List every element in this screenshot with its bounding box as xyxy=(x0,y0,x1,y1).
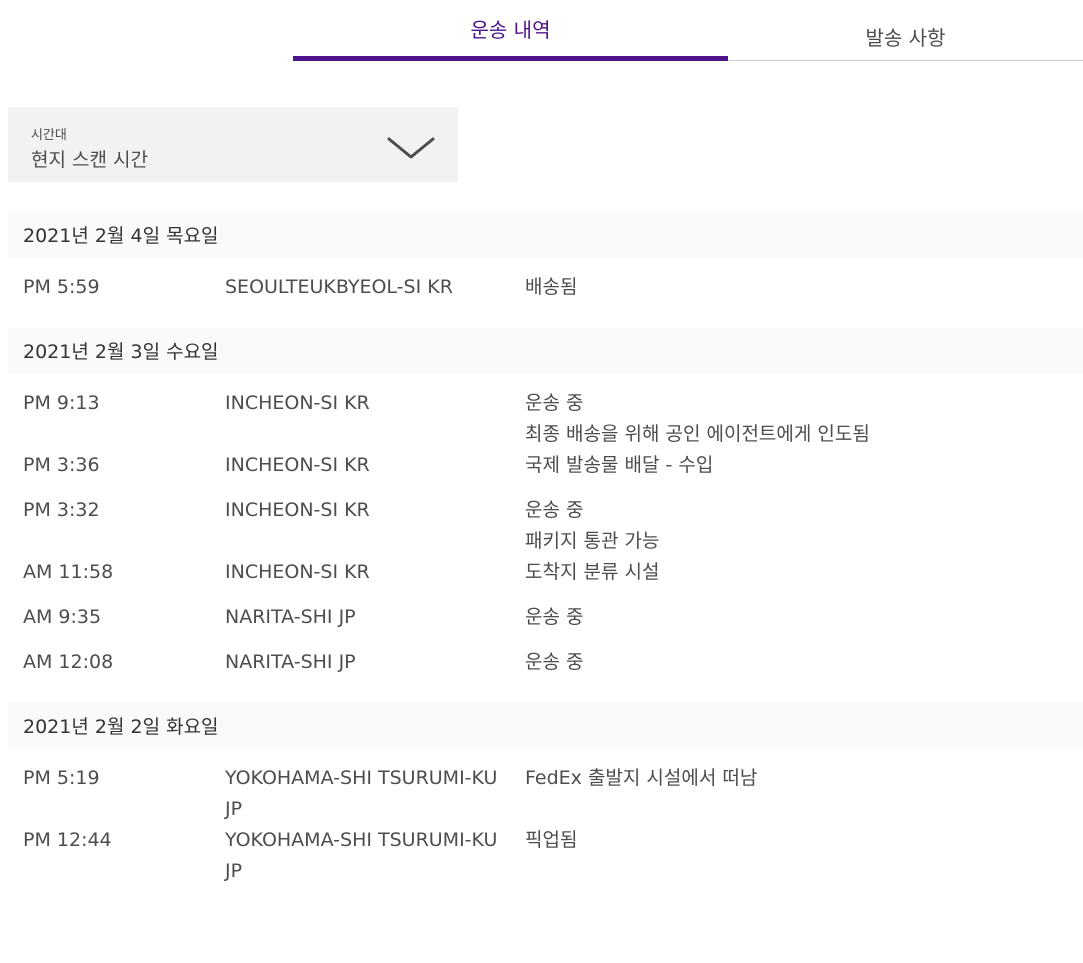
event-status-line: FedEx 출발지 시설에서 떠남 xyxy=(525,767,758,789)
day-events: PM 5:19 YOKOHAMA-SHI TSURUMI-KU JP FedEx 출… xyxy=(8,748,1083,898)
event-location: NARITA-SHI JP xyxy=(225,606,356,628)
timezone-dropdown[interactable]: 시간대 현지 스캔 시간 xyxy=(8,107,458,182)
history-event-row: PM 3:36 INCHEON-SI KR 국제 발송물 배달 - 수입 xyxy=(8,450,1083,495)
event-status: 운송 중 xyxy=(525,602,1083,633)
event-time: PM 3:36 xyxy=(23,454,100,476)
event-location: INCHEON-SI KR xyxy=(225,561,370,583)
event-status: 도착지 분류 시설 xyxy=(525,557,1083,588)
day-header-date: 2021년 2월 3일 수요일 xyxy=(8,328,1083,373)
event-time: PM 5:59 xyxy=(23,276,100,298)
event-time: AM 12:08 xyxy=(23,651,114,673)
event-location: NARITA-SHI JP xyxy=(225,651,356,673)
tab-bar: 운송 내역 발송 사항 xyxy=(293,0,1083,62)
event-location: SEOULTEUKBYEOL-SI KR xyxy=(225,276,453,298)
event-time: PM 5:19 xyxy=(23,767,100,789)
tab-travel-history-label: 운송 내역 xyxy=(470,17,551,42)
day-events: PM 9:13 INCHEON-SI KR 운송 중 최종 배송을 위해 공인 에이전… xyxy=(8,373,1083,703)
timezone-label: 시간대 xyxy=(31,128,67,143)
history-event-row: AM 12:08 NARITA-SHI JP 운송 중 xyxy=(8,647,1083,692)
day-group: 2021년 2월 2일 화요일 PM 5:19 YOKOHAMA-SHI TSURU… xyxy=(8,703,1083,898)
history-event-row: PM 9:13 INCHEON-SI KR 운송 중최종 배송을 위해 공인 에이전… xyxy=(8,388,1083,450)
travel-history-list: 2021년 2월 4일 목요일 PM 5:59 SEOULTEUKBYEOL-SI … xyxy=(8,212,1083,898)
event-status-line: 국제 발송물 배달 - 수입 xyxy=(525,454,714,476)
event-status-line: 도착지 분류 시설 xyxy=(525,561,660,583)
event-location: INCHEON-SI KR xyxy=(225,499,370,521)
tab-shipment-facts-label: 발송 사항 xyxy=(865,25,946,50)
event-location: YOKOHAMA-SHI TSURUMI-KU JP xyxy=(225,767,498,820)
event-status: 운송 중패키지 통관 가능 xyxy=(525,495,1083,557)
event-status: 국제 발송물 배달 - 수입 xyxy=(525,450,1083,481)
active-tab-indicator xyxy=(293,56,728,61)
day-group: 2021년 2월 3일 수요일 PM 9:13 INCHEON-SI KR 운송 중최… xyxy=(8,328,1083,703)
event-status-line: 운송 중 xyxy=(525,392,584,414)
event-status-line: 픽업됨 xyxy=(525,829,578,851)
day-group: 2021년 2월 4일 목요일 PM 5:59 SEOULTEUKBYEOL-SI … xyxy=(8,212,1083,328)
day-header-date: 2021년 2월 2일 화요일 xyxy=(8,703,1083,748)
event-location: INCHEON-SI KR xyxy=(225,454,370,476)
event-time: PM 9:13 xyxy=(23,392,100,414)
day-events: PM 5:59 SEOULTEUKBYEOL-SI KR 배송됨 xyxy=(8,257,1083,328)
event-status: 배송됨 xyxy=(525,272,1083,303)
tab-travel-history[interactable]: 운송 내역 xyxy=(293,0,728,62)
event-location: YOKOHAMA-SHI TSURUMI-KU JP xyxy=(225,829,498,882)
event-status: FedEx 출발지 시설에서 떠남 xyxy=(525,763,1083,794)
event-status: 운송 중 xyxy=(525,647,1083,678)
chevron-down-icon xyxy=(387,137,435,159)
history-event-row: PM 5:19 YOKOHAMA-SHI TSURUMI-KU JP FedEx 출… xyxy=(8,763,1083,825)
event-time: AM 11:58 xyxy=(23,561,114,583)
event-status-line: 운송 중 xyxy=(525,651,584,673)
tab-shipment-facts[interactable]: 발송 사항 xyxy=(728,0,1083,62)
history-event-row: PM 3:32 INCHEON-SI KR 운송 중패키지 통관 가능 xyxy=(8,495,1083,557)
event-status-line: 최종 배송을 위해 공인 에이전트에게 인도됨 xyxy=(525,423,870,445)
event-status: 픽업됨 xyxy=(525,825,1083,856)
history-event-row: AM 9:35 NARITA-SHI JP 운송 중 xyxy=(8,602,1083,647)
event-status: 운송 중최종 배송을 위해 공인 에이전트에게 인도됨 xyxy=(525,388,1083,450)
event-status-line: 패키지 통관 가능 xyxy=(525,530,660,552)
event-status-line: 운송 중 xyxy=(525,499,584,521)
history-event-row: PM 12:44 YOKOHAMA-SHI TSURUMI-KU JP 픽업됨 xyxy=(8,825,1083,887)
timezone-selected-value: 현지 스캔 시간 xyxy=(31,149,148,171)
history-event-row: PM 5:59 SEOULTEUKBYEOL-SI KR 배송됨 xyxy=(8,272,1083,317)
history-event-row: AM 11:58 INCHEON-SI KR 도착지 분류 시설 xyxy=(8,557,1083,602)
event-status-line: 운송 중 xyxy=(525,606,584,628)
event-location: INCHEON-SI KR xyxy=(225,392,370,414)
day-header-date: 2021년 2월 4일 목요일 xyxy=(8,212,1083,257)
event-status-line: 배송됨 xyxy=(525,276,578,298)
event-time: PM 12:44 xyxy=(23,829,112,851)
event-time: AM 9:35 xyxy=(23,606,102,628)
event-time: PM 3:32 xyxy=(23,499,100,521)
